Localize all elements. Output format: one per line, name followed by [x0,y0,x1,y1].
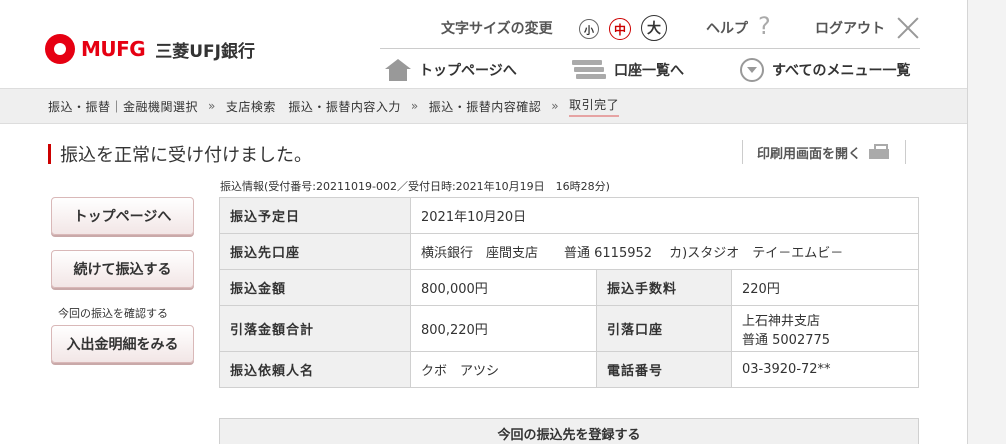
breadcrumb-separator: » [208,99,216,113]
print-view-button[interactable]: 印刷用画面を開く [742,140,907,164]
page: MUFG 三菱UFJ銀行 文字サイズの変更 小 中 大 ヘルプ ? ログアウト … [0,0,968,444]
nav-account-list-link[interactable]: 口座一覧へ [572,57,684,83]
debit-account-label: 引落口座 [596,305,732,352]
debit-account-value: 上石神井支店 普通 5002775 [731,305,919,352]
help-link[interactable]: ヘルプ [706,16,748,40]
account-list-icon [572,59,606,81]
date-label: 振込予定日 [219,197,411,234]
check-transfer-note: 今回の振込を確認する [58,307,168,320]
table-row: 振込予定日 2021年10月20日 [219,197,919,234]
logout-link[interactable]: ログアウト [815,16,885,40]
table-row: 引落金額合計 800,220円 引落口座 上石神井支店 普通 5002775 [219,305,919,352]
page-title: 振込を正常に受け付けました。 [60,145,312,166]
mufg-logo-mark-icon [45,34,75,64]
nav-top-page-link[interactable]: トップページへ [385,57,517,83]
total-label: 引落金額合計 [219,305,411,352]
printer-icon [869,144,890,160]
requester-value: クボ アツシ [410,351,597,388]
mufg-logo[interactable]: MUFG 三菱UFJ銀行 [45,34,255,64]
table-row: 振込依頼人名 クボ アツシ 電話番号 03-3920-72** [219,351,919,388]
view-statement-button[interactable]: 入出金明細をみる [51,325,194,363]
fee-label: 振込手数料 [596,269,732,306]
nav-top-page-label: トップページへ [419,63,517,79]
table-row: 振込金額 800,000円 振込手数料 220円 [219,269,919,306]
breadcrumb-step-input: 支店検索 振込・振替内容入力 [225,99,401,114]
top-page-button[interactable]: トップページへ [51,197,194,235]
breadcrumb-step-bank-select: 振込・振替｜金融機関選択 [48,99,199,114]
continue-transfer-button[interactable]: 続けて振込する [51,250,194,288]
header: MUFG 三菱UFJ銀行 文字サイズの変更 小 中 大 ヘルプ ? ログアウト … [0,0,967,88]
debit-branch: 上石神井支店 [742,313,821,329]
logo-brand-text: MUFG [81,37,146,61]
print-view-label: 印刷用画面を開く [757,146,862,162]
phone-value: 03-3920-72** [731,351,919,388]
font-size-label: 文字サイズの変更 [441,21,553,37]
breadcrumb-separator: » [551,99,560,113]
chevron-down-circle-icon [740,58,764,82]
transfer-info-caption: 振込情報(受付番号:20211019-002／受付日時:2021年10月19日 … [220,180,610,193]
nav-all-menu-link[interactable]: すべてのメニュー一覧 [740,57,910,83]
requester-label: 振込依頼人名 [219,351,411,388]
title-accent-bar [48,144,51,164]
font-size-small-button[interactable]: 小 [579,19,599,39]
fee-value: 220円 [731,269,919,306]
home-icon [385,59,411,81]
amount-label: 振込金額 [219,269,411,306]
register-payee-button[interactable]: 今回の振込先を登録する [219,418,919,444]
destination-value: 横浜銀行 座間支店 普通 6115952 カ)スタジオ テイ－エムビ－ [410,233,919,270]
date-value: 2021年10月20日 [410,197,919,234]
font-size-medium-button[interactable]: 中 [609,18,631,40]
table-row: 振込先口座 横浜銀行 座間支店 普通 6115952 カ)スタジオ テイ－エムビ… [219,233,919,270]
breadcrumb: 振込・振替｜金融機関選択 » 支店検索 振込・振替内容入力 » 振込・振替内容確… [48,89,620,123]
help-icon[interactable]: ? [758,12,771,40]
breadcrumb-bar: 振込・振替｜金融機関選択 » 支店検索 振込・振替内容入力 » 振込・振替内容確… [0,88,967,124]
transfer-details-table: 振込予定日 2021年10月20日 振込先口座 横浜銀行 座間支店 普通 611… [219,197,919,388]
logout-close-icon[interactable] [897,17,919,39]
phone-label: 電話番号 [596,351,732,388]
total-value: 800,220円 [410,305,597,352]
debit-account-number: 普通 5002775 [742,332,831,348]
header-divider [380,48,920,49]
breadcrumb-step-confirm: 振込・振替内容確認 [428,99,542,114]
logo-bank-name: 三菱UFJ銀行 [155,41,255,62]
nav-all-menu-label: すべてのメニュー一覧 [772,63,911,79]
breadcrumb-step-complete: 取引完了 [569,96,620,117]
nav-account-list-label: 口座一覧へ [614,63,684,79]
breadcrumb-separator: » [410,99,419,113]
font-size-large-button[interactable]: 大 [641,15,667,41]
destination-label: 振込先口座 [219,233,411,270]
amount-value: 800,000円 [410,269,597,306]
